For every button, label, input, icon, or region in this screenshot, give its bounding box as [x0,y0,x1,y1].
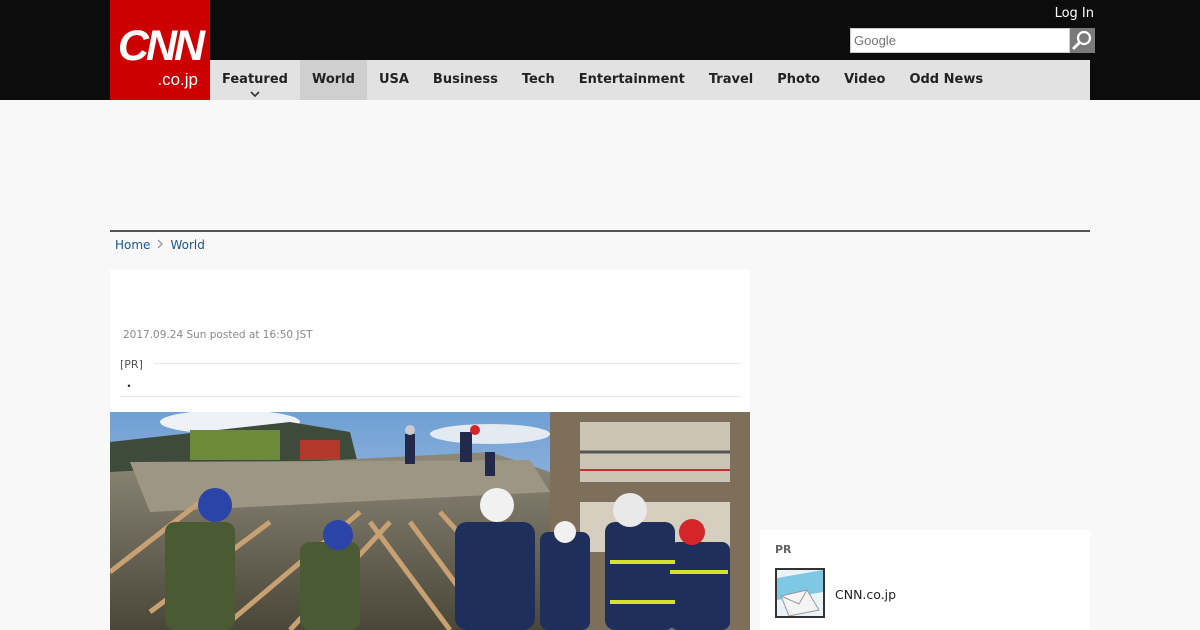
nav-item-label: Travel [708,72,754,87]
nav-item-label: Photo [777,72,821,87]
search-input[interactable] [850,28,1070,53]
cnn-logo[interactable]: CNN .co.jp [110,0,210,100]
article-card: 2017.09.24 Sun posted at 16:50 JST [PR] … [110,270,750,630]
breadcrumb-separator [157,238,164,252]
sidebar-pr-thumbnail[interactable] [775,568,825,618]
article-pr-row: [PR] [120,358,740,378]
nav-item-business[interactable]: Business [421,60,510,100]
nav-item-odd-news[interactable]: Odd News [897,60,995,100]
breadcrumb-world[interactable]: World [170,238,204,252]
nav-item-label: USA [378,72,409,87]
sidebar-pr-link[interactable]: CNN.co.jp [835,587,896,602]
pr-link[interactable]: ・ [123,377,135,394]
nav-item-label: World [311,72,355,87]
nav-item-world[interactable]: World [299,60,367,100]
nav-item-travel[interactable]: Travel [697,60,765,100]
logo-domain: .co.jp [157,70,198,89]
breadcrumb-home[interactable]: Home [115,238,150,252]
login-link[interactable]: Log In [1055,6,1094,21]
nav-item-usa[interactable]: USA [367,60,421,100]
pr-label: [PR] [120,358,143,371]
pr-bottom-divider [120,396,740,397]
pr-divider [154,363,740,364]
sidebar-pr-label: PR [775,543,792,556]
chevron-right-icon [158,239,164,249]
nav-item-label: Entertainment [578,72,685,87]
search-icon [1072,30,1092,50]
main-nav: Featured World USA Business Tech Enterta… [210,60,1090,100]
breadcrumb: Home World [115,238,205,252]
ad-divider [110,230,1090,232]
nav-item-photo[interactable]: Photo [765,60,832,100]
logo-wordmark: CNN [117,22,205,70]
envelope-icon [777,570,823,616]
sidebar-pr-box: PR CNN.co.jp [760,530,1090,630]
nav-item-video[interactable]: Video [832,60,897,100]
article-photo [110,412,750,630]
search-button[interactable] [1070,28,1095,53]
nav-item-label: Featured [222,72,288,87]
chevron-down-icon [250,91,260,97]
nav-item-label: Tech [521,72,555,87]
nav-item-label: Odd News [909,72,984,87]
article-date: 2017.09.24 Sun posted at 16:50 JST [123,329,313,341]
nav-item-label: Business [432,72,498,87]
nav-item-tech[interactable]: Tech [510,60,567,100]
nav-item-featured[interactable]: Featured [210,60,300,100]
nav-item-entertainment[interactable]: Entertainment [567,60,697,100]
nav-item-label: Video [844,72,886,87]
